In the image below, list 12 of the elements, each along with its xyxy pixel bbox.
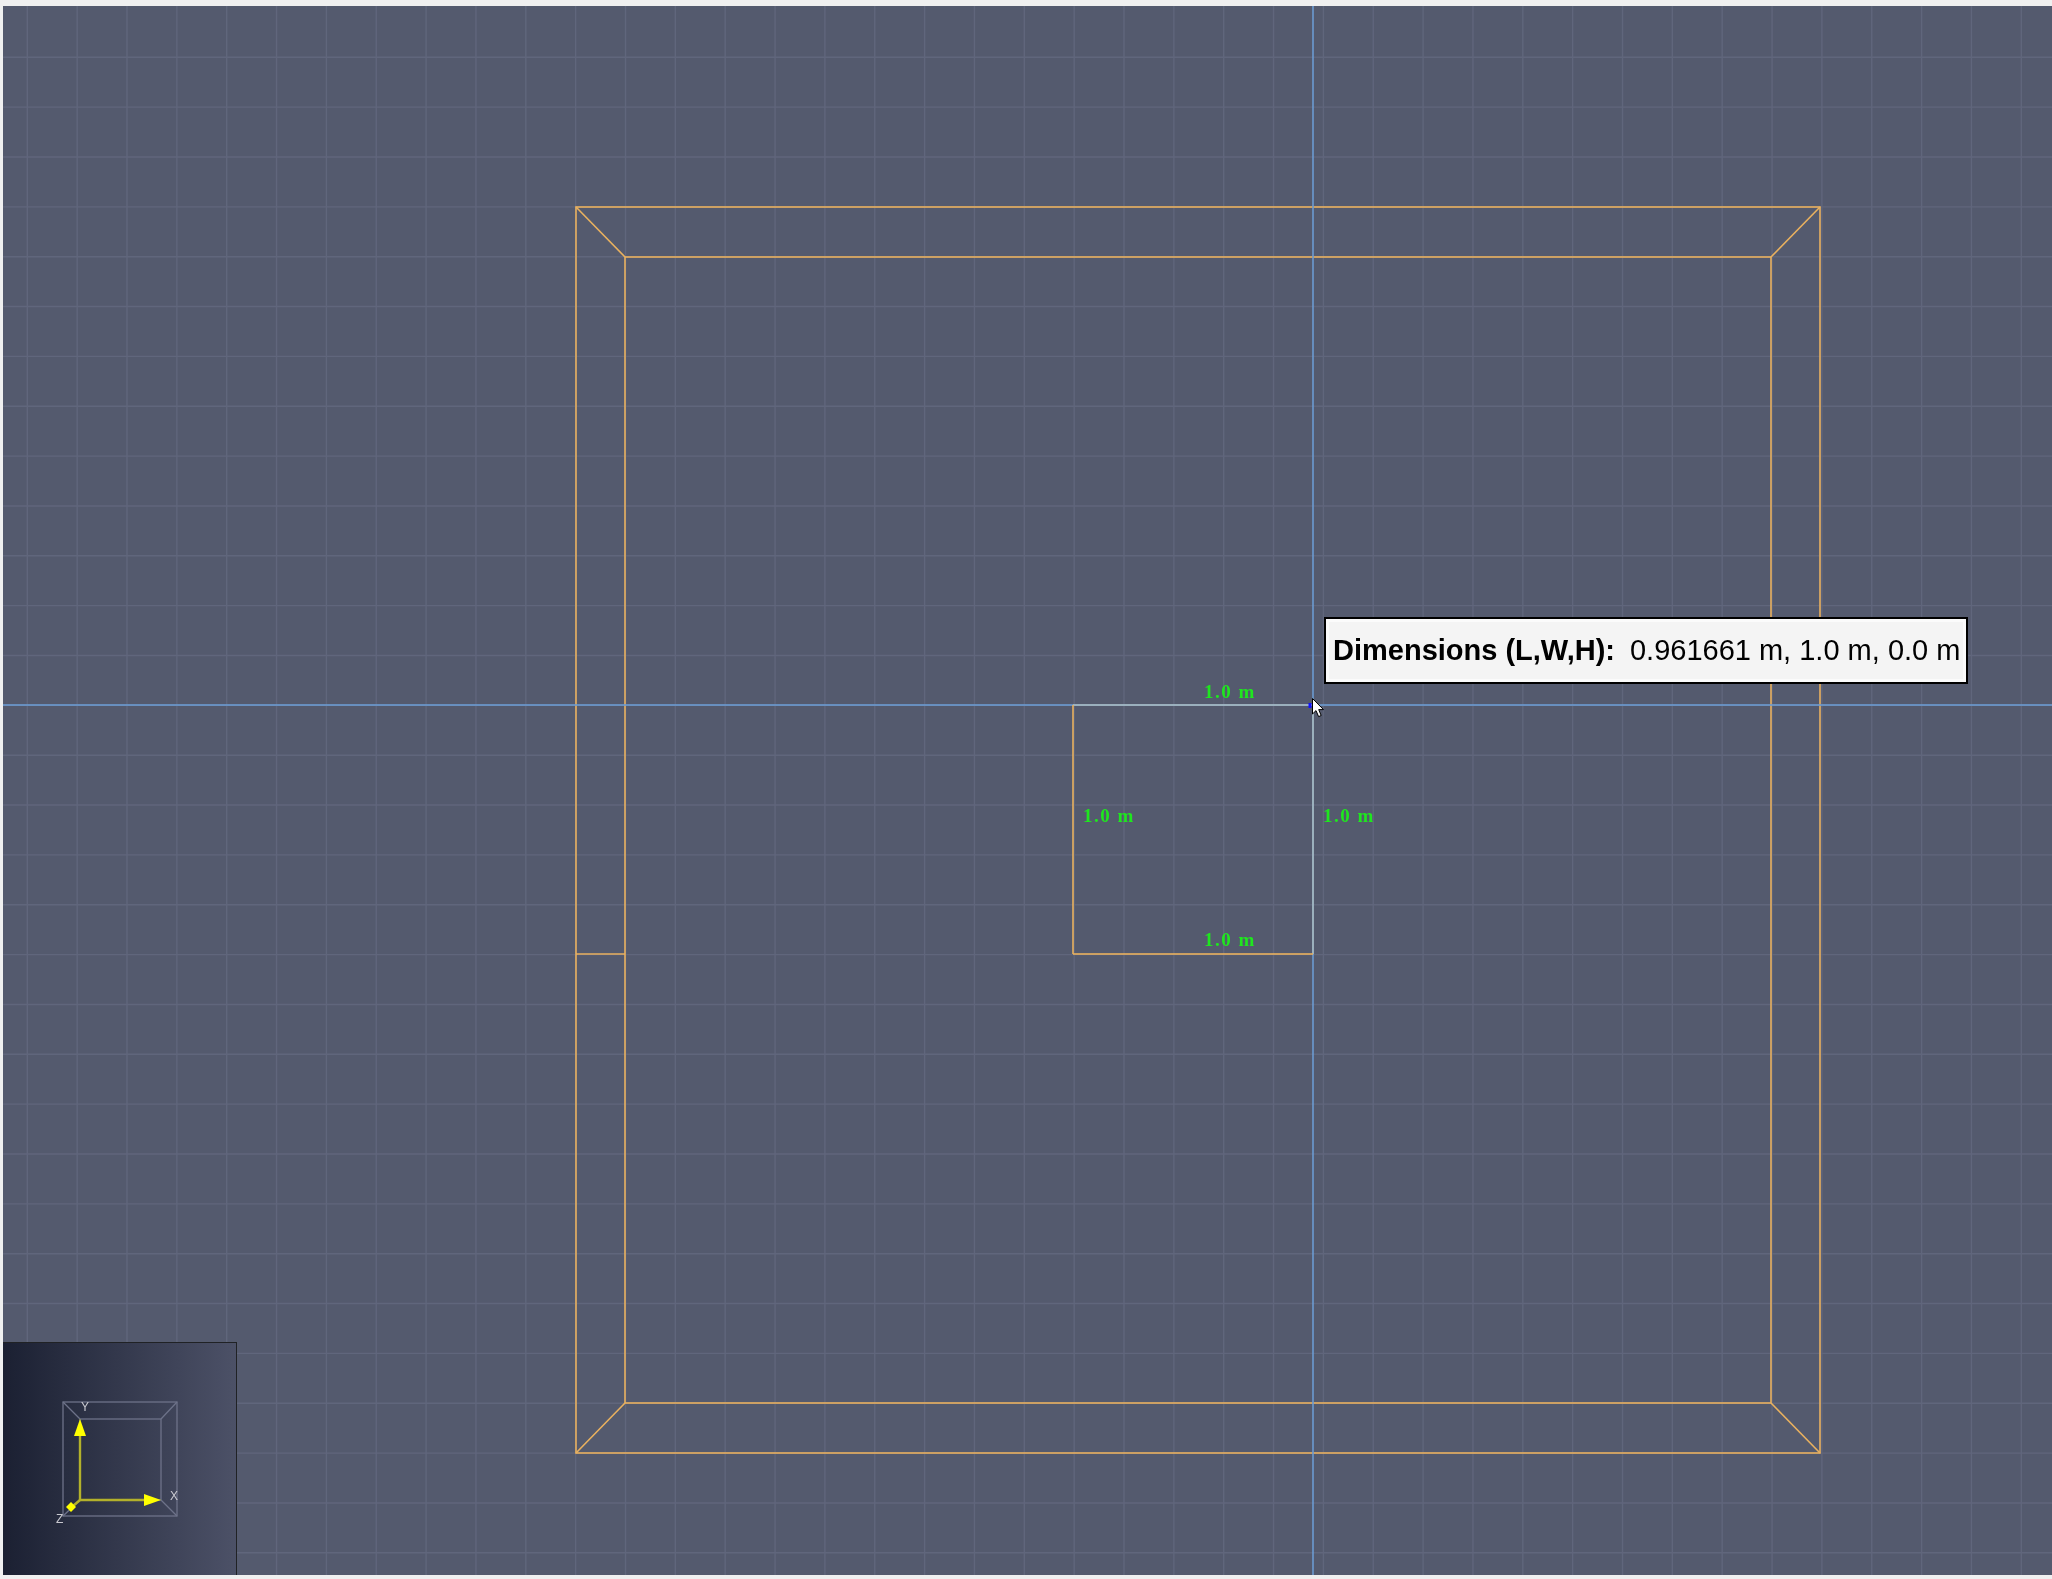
- axis-label: X: [170, 1489, 178, 1503]
- axis-label: Y: [81, 1400, 89, 1414]
- depth-axis-arrow: [66, 1499, 81, 1512]
- snap-point-icon: [1308, 703, 1312, 708]
- edge-length-label: 1.0 m: [1323, 804, 1375, 826]
- axis-label: Z: [56, 1512, 64, 1526]
- edge-length-label: 1.0 m: [1204, 680, 1256, 702]
- dimensions-value: 0.961661 m, 1.0 m, 0.0 m: [1629, 632, 1961, 668]
- dimensions-label: Dimensions (L,W,H):: [1333, 632, 1615, 668]
- mouse-pointer-icon: [1312, 698, 1324, 718]
- edge-length-label: 1.0 m: [1083, 804, 1135, 826]
- edge-length-label: 1.0 m: [1204, 928, 1256, 950]
